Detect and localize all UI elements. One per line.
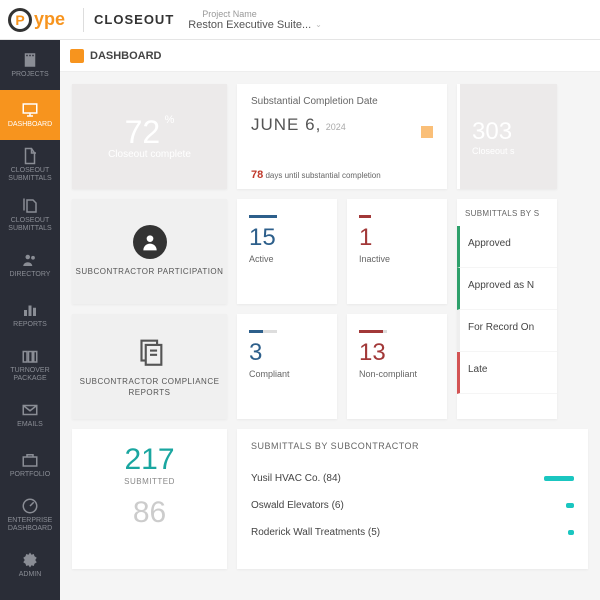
noncompliant-value: 13: [359, 339, 435, 367]
subcontractor-list-card: SUBMITTALS BY SUBCONTRACTOR Yusil HVAC C…: [237, 429, 588, 569]
stat-value: 303: [472, 118, 557, 146]
sidebar-item-reports[interactable]: REPORTS: [0, 290, 60, 340]
mail-icon: [21, 401, 39, 419]
project-selector[interactable]: Reston Executive Suite...⌄: [188, 19, 322, 31]
sidebar: PROJECTS DASHBOARD CLOSEOUT SUBMITTALS C…: [0, 40, 60, 600]
page-header: DASHBOARD: [60, 40, 600, 72]
days-remaining: 78: [251, 169, 263, 181]
stat-303-card: 303 Closeout s: [457, 84, 557, 189]
date-value: JUNE 6,: [251, 115, 321, 134]
logo[interactable]: Pype: [0, 8, 73, 32]
project-label: Project Name: [202, 9, 322, 19]
subcontractor-row[interactable]: Oswald Elevators (6): [251, 492, 574, 519]
chart-icon: [21, 301, 39, 319]
compliant-value: 3: [249, 339, 325, 367]
subcontractor-row[interactable]: Yusil HVAC Co. (84): [251, 465, 574, 492]
active-value: 15: [249, 224, 325, 252]
completion-value: 72: [125, 114, 161, 150]
compliance-card: SUBCONTRACTOR COMPLIANCE REPORTS: [72, 314, 227, 419]
monitor-icon: [21, 101, 39, 119]
sidebar-item-emails[interactable]: EMAILS: [0, 390, 60, 440]
document-icon: [21, 147, 39, 165]
sidebar-item-closeout1[interactable]: CLOSEOUT SUBMITTALS: [0, 140, 60, 190]
briefcase-icon: [21, 451, 39, 469]
package-icon: [21, 347, 39, 365]
sidebar-item-directory[interactable]: DIRECTORY: [0, 240, 60, 290]
logo-text: ype: [34, 9, 65, 30]
sidebar-item-admin[interactable]: ADMIN: [0, 540, 60, 590]
sidebar-item-closeout2[interactable]: CLOSEOUT SUBMITTALS: [0, 190, 60, 240]
documents-icon: [133, 335, 167, 369]
completion-date-card: Substantial Completion Date JUNE 6, 2024…: [237, 84, 447, 189]
gear-icon: [21, 551, 39, 569]
dashboard-icon: [70, 49, 84, 63]
participation-card: SUBCONTRACTOR PARTICIPATION: [72, 199, 227, 304]
completion-label: Closeout complete: [108, 149, 191, 160]
status-row-approved[interactable]: Approved: [457, 226, 557, 268]
document-stack-icon: [21, 197, 39, 215]
status-row-approved-noted[interactable]: Approved as N: [457, 268, 557, 310]
status-row-record[interactable]: For Record On: [457, 310, 557, 352]
sidebar-item-turnover[interactable]: TURNOVER PACKAGE: [0, 340, 60, 390]
inactive-card: 1 Inactive: [347, 199, 447, 304]
noncompliant-card: 13 Non-compliant: [347, 314, 447, 419]
main-content: DASHBOARD 72 % Closeout complete Substan…: [60, 40, 600, 600]
calendar-icon[interactable]: [421, 126, 433, 138]
submittals-status-card: SUBMITTALS BY S Approved Approved as N F…: [457, 199, 557, 419]
person-icon: [133, 225, 167, 259]
inactive-value: 1: [359, 224, 435, 252]
submitted-card: 217 SUBMITTED 86: [72, 429, 227, 569]
sidebar-item-enterprise[interactable]: ENTERPRISE DASHBOARD: [0, 490, 60, 540]
status-row-late[interactable]: Late: [457, 352, 557, 394]
divider: [83, 8, 84, 32]
date-title: Substantial Completion Date: [251, 96, 433, 107]
app-header: Pype CLOSEOUT Project Name Reston Execut…: [0, 0, 600, 40]
active-card: 15 Active: [237, 199, 337, 304]
page-title: DASHBOARD: [90, 50, 162, 62]
compliant-card: 3 Compliant: [237, 314, 337, 419]
sidebar-item-projects[interactable]: PROJECTS: [0, 40, 60, 90]
gauge-icon: [21, 497, 39, 515]
building-icon: [21, 51, 39, 69]
sidebar-item-portfolio[interactable]: PORTFOLIO: [0, 440, 60, 490]
submitted-secondary: 86: [133, 496, 166, 530]
users-icon: [21, 251, 39, 269]
completion-card: 72 % Closeout complete: [72, 84, 227, 189]
chevron-down-icon: ⌄: [315, 20, 322, 29]
logo-icon: P: [8, 8, 32, 32]
sidebar-item-dashboard[interactable]: DASHBOARD: [0, 90, 60, 140]
submitted-value: 217: [124, 443, 174, 477]
stat-label: Closeout s: [472, 146, 557, 156]
subcontractor-row[interactable]: Roderick Wall Treatments (5): [251, 519, 574, 546]
app-name: CLOSEOUT: [94, 12, 174, 27]
